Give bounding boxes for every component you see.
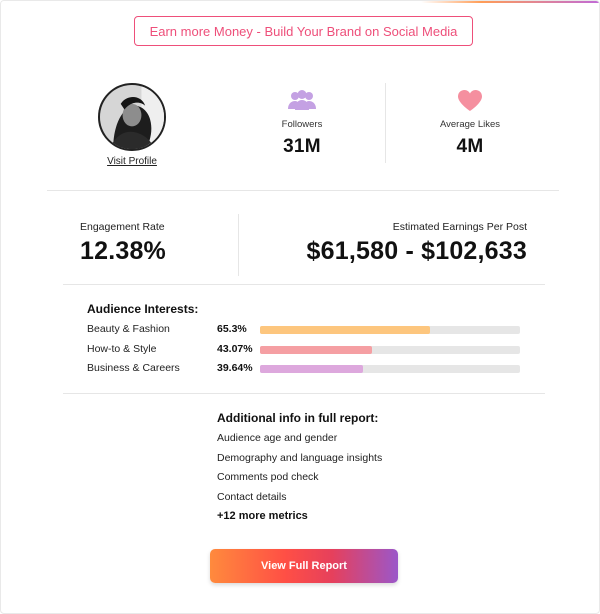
interest-percent: 43.07% <box>217 343 253 355</box>
promo-button[interactable]: Earn more Money - Build Your Brand on So… <box>134 16 473 46</box>
avatar[interactable] <box>98 83 166 151</box>
influencer-card: Earn more Money - Build Your Brand on So… <box>0 0 600 614</box>
more-metrics-text: +12 more metrics <box>217 510 308 522</box>
section-divider <box>63 284 545 285</box>
additional-info-title: Additional info in full report: <box>217 411 379 425</box>
average-likes-stat: Average Likes 4M <box>425 89 515 158</box>
view-full-report-button[interactable]: View Full Report <box>210 549 398 583</box>
interest-row: Beauty & Fashion 65.3% <box>87 323 527 337</box>
additional-info-item: Audience age and gender <box>217 432 338 444</box>
interest-bar-track <box>260 346 520 354</box>
interest-bar-track <box>260 365 520 373</box>
visit-profile-link[interactable]: Visit Profile <box>85 156 179 167</box>
interest-name: Beauty & Fashion <box>87 323 170 335</box>
metrics-divider <box>238 214 239 276</box>
interest-percent: 39.64% <box>217 362 253 374</box>
people-icon <box>288 90 316 110</box>
followers-stat: Followers 31M <box>257 89 347 158</box>
engagement-rate-label: Engagement Rate <box>80 221 165 233</box>
stat-divider <box>385 83 386 163</box>
interest-name: Business & Careers <box>87 362 180 374</box>
section-divider <box>47 190 559 191</box>
additional-info-item: Contact details <box>217 491 287 503</box>
interest-percent: 65.3% <box>217 323 247 335</box>
top-accent-bar <box>1 1 599 3</box>
engagement-rate-value: 12.38% <box>80 237 166 265</box>
interest-bar-fill <box>260 365 364 373</box>
interest-bar-track <box>260 326 520 334</box>
followers-value: 31M <box>283 136 321 157</box>
interest-bar-fill <box>260 326 430 334</box>
interest-row: Business & Careers 39.64% <box>87 362 527 376</box>
interest-bar-fill <box>260 346 372 354</box>
interest-row: How-to & Style 43.07% <box>87 343 527 357</box>
additional-info-item: Demography and language insights <box>217 452 383 464</box>
heart-icon <box>458 90 482 111</box>
section-divider <box>63 393 545 394</box>
earnings-value: $61,580 - $102,633 <box>306 237 527 265</box>
interest-name: How-to & Style <box>87 343 157 355</box>
followers-label: Followers <box>281 119 323 130</box>
average-likes-label: Average Likes <box>439 119 501 130</box>
audience-interests-title: Audience Interests: <box>87 302 199 316</box>
earnings-label: Estimated Earnings Per Post <box>392 221 527 233</box>
average-likes-value: 4M <box>456 136 484 157</box>
additional-info-item: Comments pod check <box>217 471 319 483</box>
avatar-image <box>100 85 164 149</box>
